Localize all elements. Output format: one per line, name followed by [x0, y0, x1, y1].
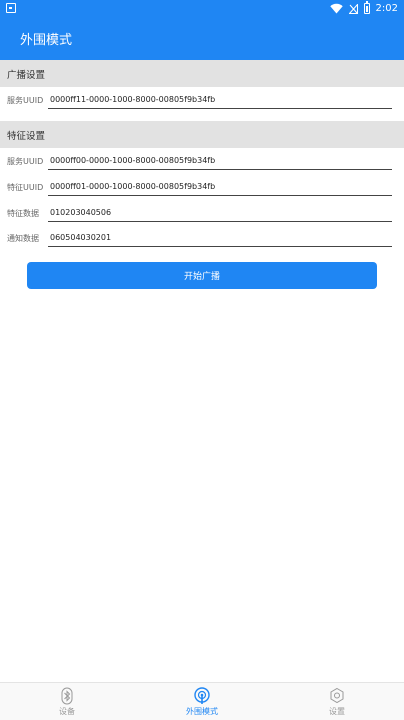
field-label: 特征UUID [7, 183, 44, 192]
nav-item-settings[interactable]: 设置 [297, 683, 377, 720]
field-label: 通知数据 [7, 234, 39, 243]
char-uuid-input[interactable] [48, 180, 392, 196]
nav-label: 设备 [59, 707, 75, 716]
nav-label: 外围模式 [186, 707, 218, 716]
bottom-nav: 设备 外围模式 设置 [0, 682, 404, 720]
nav-label: 设置 [329, 707, 345, 716]
field-label: 服务UUID [7, 96, 44, 105]
nav-item-peripheral[interactable]: 外围模式 [162, 683, 242, 720]
char-service-uuid-row: 服务UUID [0, 149, 404, 173]
status-icons: 2:02 [329, 1, 398, 16]
broadcast-icon [194, 687, 210, 704]
field-label: 特征数据 [7, 209, 39, 218]
start-advertising-label: 开始广播 [183, 272, 220, 282]
battery-icon [363, 1, 370, 14]
app-bar: 外围模式 [0, 17, 404, 60]
gear-icon [330, 687, 344, 704]
char-service-uuid-input[interactable] [48, 154, 392, 170]
adv-service-uuid-input[interactable] [48, 93, 392, 109]
section-header-characteristic: 特征设置 [0, 121, 404, 148]
char-data-input[interactable] [48, 206, 392, 222]
nav-item-devices[interactable]: 设备 [27, 683, 107, 720]
notification-icon [6, 3, 16, 13]
char-uuid-row: 特征UUID [0, 175, 404, 199]
bluetooth-icon [61, 687, 73, 705]
section-header-advertising: 广播设置 [0, 60, 404, 87]
no-signal-icon [348, 3, 358, 14]
status-bar: 2:02 [0, 0, 404, 17]
section-title: 广播设置 [7, 70, 46, 81]
start-advertising-button[interactable]: 开始广播 [27, 262, 377, 289]
section-title: 特征设置 [7, 131, 46, 142]
wifi-icon [329, 3, 343, 14]
field-label: 服务UUID [7, 157, 44, 166]
notify-data-input[interactable] [48, 231, 392, 247]
notify-data-row: 通知数据 [0, 226, 404, 250]
char-data-row: 特征数据 [0, 201, 404, 225]
adv-service-uuid-row: 服务UUID [0, 88, 404, 112]
status-time: 2:02 [375, 3, 398, 14]
page-title: 外围模式 [20, 33, 73, 48]
